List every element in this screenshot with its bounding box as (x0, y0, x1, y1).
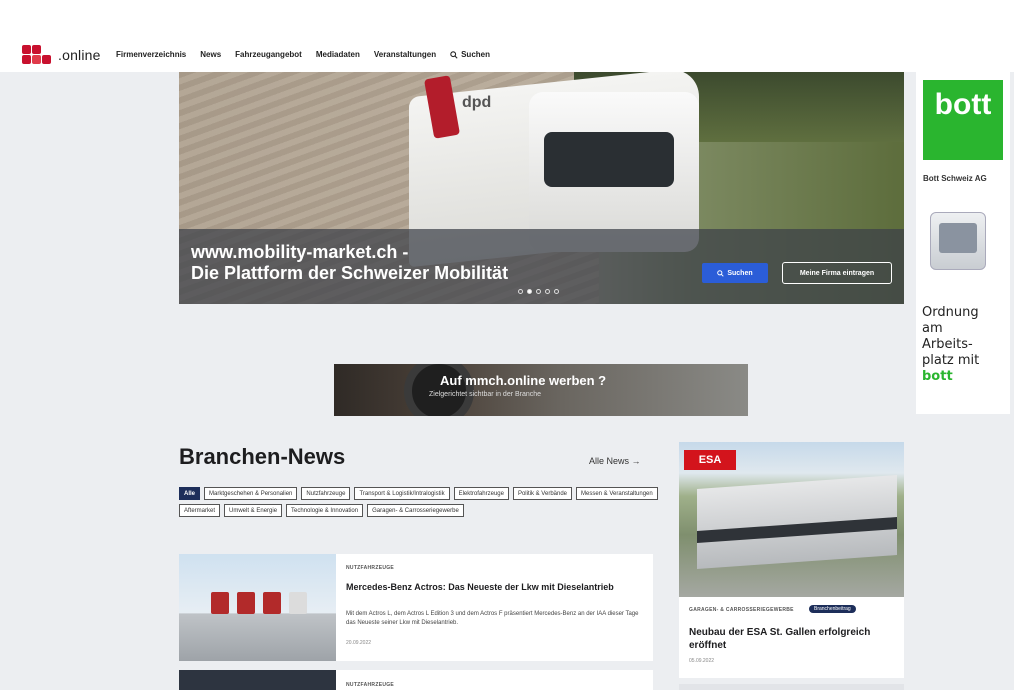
truck-image (263, 592, 281, 614)
tag-messen[interactable]: Messen & Veranstaltungen (576, 487, 658, 500)
truck-image (237, 592, 255, 614)
trucks-image (179, 554, 336, 661)
slider-dots (518, 289, 559, 294)
news-heading: Branchen-News (179, 444, 346, 469)
news-filter-tags: Alle Marktgeschehen & Personalien Nutzfa… (179, 487, 659, 517)
top-navigation: .online Firmenverzeichnis News Fahrzeuga… (0, 0, 1014, 72)
logo-text: .online (58, 47, 101, 63)
ad-slogan-line: am (922, 321, 943, 336)
tag-umwelt-energie[interactable]: Umwelt & Energie (224, 504, 283, 517)
slider-dot-active[interactable] (527, 289, 532, 294)
wheel-image (404, 364, 474, 416)
truck-brand-text: dpd (462, 94, 492, 111)
tag-elektrofahrzeuge[interactable]: Elektrofahrzeuge (453, 487, 509, 500)
slider-dot[interactable] (554, 289, 559, 294)
hero-title-line2: Die Plattform der Schweizer Mobilität (191, 263, 509, 283)
featured-date: 05.09.2022 (689, 658, 715, 664)
article-category: NUTZFAHRZEUGE (346, 565, 395, 571)
esa-logo: ESA (684, 450, 736, 470)
ad-slogan-brand: bott (922, 369, 953, 384)
ad-slogan-line: Arbeits- (922, 337, 973, 352)
nav-item-firmenverzeichnis[interactable]: Firmenverzeichnis (116, 50, 186, 59)
tag-garagen[interactable]: Garagen- & Carrosseriegewerbe (367, 504, 464, 517)
hero-search-button[interactable]: Suchen (702, 263, 768, 283)
slider-dot[interactable] (536, 289, 541, 294)
nav-item-veranstaltungen[interactable]: Veranstaltungen (374, 50, 436, 59)
search-icon (717, 269, 724, 277)
all-news-link[interactable]: Alle News → (589, 456, 641, 466)
tag-technologie[interactable]: Technologie & Innovation (286, 504, 364, 517)
nav-search[interactable]: Suchen (450, 50, 490, 59)
tag-nutzfahrzeuge[interactable]: Nutzfahrzeuge (301, 487, 351, 500)
article-date: 20.09.2022 (346, 640, 372, 646)
hero-slider: dpd www.mobility-market.ch - Die Plattfo… (179, 72, 904, 304)
tag-politik-verbaende[interactable]: Politik & Verbände (512, 487, 572, 500)
ad-company-name: Bott Schweiz AG (923, 174, 987, 183)
nav-item-fahrzeugangebot[interactable]: Fahrzeugangebot (235, 50, 302, 59)
truck-window-image (544, 132, 674, 187)
advertise-banner[interactable]: Auf mmch.online werben ? Zielgerichtet s… (334, 364, 748, 416)
tag-alle[interactable]: Alle (179, 487, 201, 500)
truck-image (211, 592, 229, 614)
site-logo[interactable]: .online (22, 44, 101, 66)
slider-dot[interactable] (518, 289, 523, 294)
hero-title-line1: www.mobility-market.ch - (191, 242, 409, 262)
article-category: NUTZFAHRZEUGE (346, 682, 395, 688)
article-image (179, 670, 336, 690)
ad-slogan-line: platz mit (922, 353, 980, 368)
article-title[interactable]: Mercedes-Benz Actros: Das Neueste der Lk… (346, 582, 616, 593)
truck-image (289, 592, 307, 614)
nav-search-label: Suchen (461, 50, 490, 59)
article-teaser: Mit dem Actros L, dem Actros L Edition 3… (346, 611, 639, 626)
slider-dot[interactable] (545, 289, 550, 294)
featured-title[interactable]: Neubau der ESA St. Gallen erfolgreich er… (689, 626, 899, 652)
tag-aftermarket[interactable]: Aftermarket (179, 504, 221, 517)
banner-subtitle: Zielgerichtet sichtbar in der Branche (429, 391, 542, 398)
ad-slogan: Ordnung am Arbeits- platz mit bott (922, 305, 979, 385)
news-card[interactable]: NUTZFAHRZEUGE (179, 670, 653, 690)
featured-news-card[interactable]: ESA GARAGEN- & CARROSSERIEGEWERBE Branch… (679, 442, 904, 678)
featured-badge: Branchenbeitrag (809, 605, 856, 613)
search-icon (450, 50, 458, 59)
nav-item-mediadaten[interactable]: Mediadaten (316, 50, 360, 59)
news-card[interactable]: NUTZFAHRZEUGE Mercedes-Benz Actros: Das … (179, 554, 653, 661)
tag-transport-logistik[interactable]: Transport & Logistik/Intralogistik (354, 487, 450, 500)
hero-title: www.mobility-market.ch - Die Plattform d… (191, 242, 508, 284)
featured-category: GARAGEN- & CARROSSERIEGEWERBE (689, 607, 794, 613)
main-nav: Firmenverzeichnis News Fahrzeugangebot M… (116, 50, 490, 59)
tag-marktgeschehen[interactable]: Marktgeschehen & Personalien (204, 487, 298, 500)
bott-ad[interactable]: bott Bott Schweiz AG Ordnung am Arbeits-… (916, 72, 1010, 414)
logo-mark-icon (22, 45, 56, 65)
nav-item-news[interactable]: News (200, 50, 221, 59)
next-featured-card (679, 684, 904, 690)
add-company-button[interactable]: Meine Firma eintragen (782, 262, 892, 284)
esa-building-image: ESA (679, 442, 904, 597)
ad-slogan-line: Ordnung (922, 305, 979, 320)
banner-title: Auf mmch.online werben ? (440, 373, 607, 388)
hero-search-label: Suchen (727, 269, 753, 277)
van-shelving-image (939, 223, 977, 253)
bott-logo: bott (923, 80, 1003, 160)
van-image (930, 212, 986, 270)
